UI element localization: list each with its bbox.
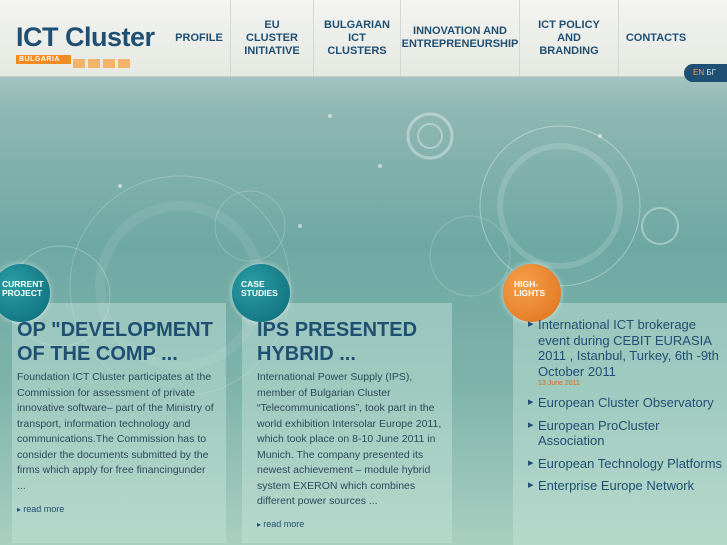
highlight-item[interactable]: European ProCluster Association (528, 418, 723, 449)
highlight-item[interactable]: European Cluster Observatory (528, 395, 723, 411)
case-studies-read-more[interactable]: read more (257, 519, 304, 529)
nav-innovation[interactable]: INNOVATION AND ENTREPRENEURSHIP (400, 0, 519, 76)
nav-bulgarian-ict-clusters[interactable]: BULGARIAN ICT CLUSTERS (313, 0, 400, 76)
highlight-item[interactable]: Enterprise Europe Network (528, 478, 723, 494)
logo-subtitle: BULGARIA (16, 55, 71, 64)
current-project-read-more[interactable]: read more (17, 504, 64, 514)
header: ICT Cluster BULGARIA PROFILE EU CLUSTER … (0, 0, 727, 77)
highlight-item[interactable]: International ICT brokerage event during… (528, 317, 723, 388)
nav-contacts[interactable]: CONTACTS (618, 0, 693, 76)
highlight-date: 13 June 2011 (538, 380, 580, 387)
highlights-badge: HIGH- LIGHTS (503, 264, 561, 322)
nav-eu-cluster-initiative[interactable]: EU CLUSTER INITIATIVE (230, 0, 313, 76)
main-nav: PROFILE EU CLUSTER INITIATIVE BULGARIAN … (168, 0, 693, 76)
logo[interactable]: ICT Cluster (16, 22, 155, 52)
nav-profile[interactable]: PROFILE (168, 0, 230, 76)
current-project-text: Foundation ICT Cluster participates at t… (17, 371, 214, 492)
current-project-title[interactable]: OP "DEVELOPMENT OF THE COMP ... (17, 318, 222, 366)
logo-decoration (73, 55, 133, 73)
case-studies-title[interactable]: IPS PRESENTED HYBRID ... (257, 318, 447, 366)
highlight-item[interactable]: European Technology Platforms (528, 456, 723, 472)
case-studies-text: International Power Supply (IPS), member… (257, 371, 442, 507)
highlights-list: International ICT brokerage event during… (528, 317, 723, 501)
case-studies-badge: CASE STUDIES (232, 264, 290, 322)
nav-ict-policy[interactable]: ICT POLICY AND BRANDING (519, 0, 618, 76)
